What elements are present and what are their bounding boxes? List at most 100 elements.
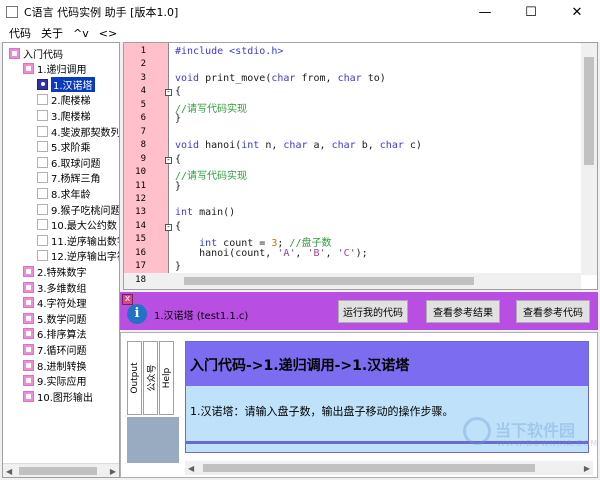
code-line[interactable]: } (175, 181, 181, 192)
code-tree: 10.图形输出 9.实际应用 8.进制转换 7.循环问题 6.排序算法 5.数学问题 4.字… (2, 42, 120, 478)
code-token: } (175, 113, 182, 125)
tab-output-label: Output (129, 362, 140, 394)
tree-item[interactable]: 8.求年龄 (37, 186, 91, 201)
folder-icon (23, 297, 34, 309)
menu-code[interactable]: 代码 (4, 25, 36, 41)
code-line[interactable]: void hanoi(int n, char a, char b, char c… (175, 140, 422, 151)
tree-item[interactable]: 4.斐波那契数列 (37, 124, 119, 139)
code-line[interactable]: } (175, 261, 181, 272)
code-token: { (175, 86, 182, 98)
app-icon (6, 6, 18, 18)
tree-item[interactable]: 6.排序算法 (23, 327, 87, 341)
tree-item-label: 6.排序算法 (37, 330, 87, 342)
tree-item[interactable]: 10.最大公约数 (37, 218, 117, 232)
code-line[interactable]: { (175, 154, 181, 165)
editor-vscroll-thumb[interactable] (584, 57, 594, 165)
tree-item-label: 8.进制转换 (37, 361, 87, 373)
tree-item[interactable]: 5.数学问题 (23, 311, 87, 326)
file-icon (37, 141, 48, 153)
close-button[interactable]: ✕ (554, 0, 600, 24)
tree-item[interactable]: 9.实际应用 (23, 374, 87, 388)
scroll-left-icon[interactable]: ◀ (188, 464, 194, 473)
window-title: C语言 代码实例 助手 [版本1.0] (24, 6, 179, 19)
line-number: 14 (135, 220, 146, 231)
file-icon (37, 109, 48, 121)
tree-item[interactable]: 12.逆序输出字符 (37, 249, 119, 263)
view-reference-result-button[interactable]: 查看参考结果 (426, 300, 500, 323)
code-token: void (175, 72, 200, 84)
tree-item-label: 3.多维数组 (37, 283, 87, 295)
tree-item[interactable]: 6.取球问题 (37, 155, 101, 170)
tab-help[interactable]: Help (159, 341, 174, 415)
folder-icon (23, 312, 34, 324)
code-line[interactable]: int main() (175, 207, 235, 218)
code-token: void (175, 140, 200, 152)
tree-item-label: 1.汉诺塔 (51, 76, 95, 92)
tab-wechat-account[interactable]: 公众号 (143, 341, 158, 415)
tree-item[interactable]: 1.汉诺塔 (37, 76, 95, 92)
code-line[interactable]: void print_move(char from, char to) (175, 73, 386, 84)
tree-item[interactable]: 7.循环问题 (23, 342, 87, 357)
scroll-left-icon[interactable]: ◀ (6, 467, 12, 476)
tree-item[interactable]: 5.求阶乘 (37, 140, 91, 154)
line-number: 13 (135, 207, 146, 218)
code-line[interactable]: //请写代码实现 (175, 100, 247, 115)
code-line[interactable]: { (175, 221, 181, 232)
code-token: } (175, 180, 182, 192)
tab-wechat-account-label: 公众号 (147, 364, 157, 392)
file-icon (37, 156, 48, 168)
tree-item[interactable]: 10.图形输出 (23, 389, 93, 404)
tree-item[interactable]: 7.杨辉三角 (37, 171, 101, 185)
code-line[interactable]: } (175, 113, 181, 124)
bottom-panel: Output 公众号 Help 入门代码->1.递归调用->1.汉诺塔 1.汉诺… (120, 332, 598, 478)
tree-item[interactable]: 2.特殊数字 (23, 264, 87, 279)
editor-horizontal-scrollbar[interactable] (124, 273, 581, 289)
view-reference-code-button[interactable]: 查看参考代码 (516, 300, 590, 323)
fold-toggle-icon[interactable]: - (165, 156, 172, 164)
maximize-button[interactable]: ☐ (508, 0, 554, 24)
tree-item[interactable]: 4.字符处理 (23, 296, 87, 310)
folder-icon (23, 359, 34, 371)
tab-output[interactable]: Output (127, 341, 142, 415)
code-token: from, (295, 72, 338, 84)
tree-item[interactable]: 3.多维数组 (23, 280, 87, 295)
tree-item[interactable]: 8.进制转换 (23, 358, 87, 373)
code-line[interactable]: hanoi(count, 'A', 'B', 'C'); (175, 248, 368, 259)
code-line[interactable]: //请写代码实现 (175, 167, 247, 182)
current-file-label: 1.汉诺塔 (test1.1.c) (154, 311, 249, 322)
tree-horizontal-scrollbar[interactable]: ◀ ▶ (3, 463, 119, 477)
tree-item-label: 入门代码 (23, 49, 63, 61)
run-my-code-button[interactable]: 运行我的代码 (338, 300, 408, 323)
code-line[interactable]: { (175, 86, 181, 97)
editor-hscroll-thumb[interactable] (184, 277, 474, 285)
tree-item-label: 7.杨辉三角 (51, 174, 101, 186)
tree-item[interactable]: 9.猴子吃桃问题 (37, 202, 119, 217)
tree-item-label: 5.求阶乘 (51, 143, 91, 155)
code-editor[interactable]: 1 #include <stdio.h> 2 3 void print_move(cha… (123, 42, 598, 290)
folder-icon (23, 281, 34, 293)
menu-toggle-width[interactable]: <> (94, 27, 122, 40)
tree-item[interactable]: 1.递归调用 (23, 62, 87, 76)
code-line[interactable]: #include <stdio.h> (175, 46, 283, 57)
watermark-text: 当下软件园 (495, 421, 576, 440)
scroll-right-icon[interactable]: ▶ (110, 467, 116, 476)
minimize-button[interactable]: — (462, 0, 508, 24)
close-status-icon[interactable]: x (122, 294, 133, 305)
fold-toggle-icon[interactable]: - (165, 223, 172, 231)
tree-item[interactable]: 2.爬楼梯 (37, 93, 91, 107)
bottom-scroll-thumb[interactable] (203, 464, 535, 472)
scroll-right-icon[interactable]: ▶ (584, 464, 590, 473)
tree-item[interactable]: 3.爬楼梯 (37, 108, 91, 123)
tree-scroll-thumb[interactable] (19, 467, 97, 475)
tree-item[interactable]: 入门代码 (9, 46, 63, 61)
code-token: { (175, 220, 182, 232)
tree-item-label: 9.实际应用 (37, 377, 87, 389)
line-number: 2 (140, 59, 146, 70)
fold-toggle-icon[interactable]: - (165, 89, 172, 97)
code-token: char (283, 140, 308, 152)
menu-about[interactable]: 关于 (36, 25, 68, 41)
bottom-horizontal-scrollbar[interactable]: ◀ ▶ (185, 461, 593, 475)
editor-vertical-scrollbar[interactable] (581, 43, 597, 275)
menu-toggle-layout[interactable]: ^v (68, 27, 94, 40)
tree-item[interactable]: 11.逆序输出数字 (37, 233, 119, 248)
